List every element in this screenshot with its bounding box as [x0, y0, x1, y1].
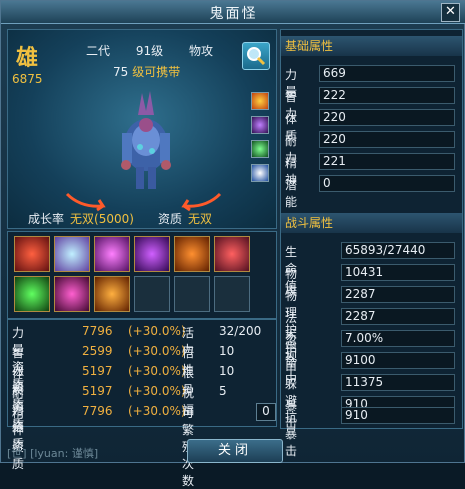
window-title: 鬼面怪 — [209, 6, 258, 22]
star-buff-icon[interactable] — [251, 164, 269, 182]
attr-value: 222 — [319, 87, 455, 104]
aptitude-label: 资质 — [158, 212, 183, 226]
pet-model[interactable] — [110, 85, 182, 195]
skill-slot-10[interactable] — [134, 276, 170, 312]
aptitude-row-bonus: (+30.0%) — [128, 384, 186, 398]
aptitude-row-bonus: (+30.0%) — [128, 344, 186, 358]
skill-slot-7[interactable] — [14, 276, 50, 312]
generation: 二代 — [86, 44, 111, 58]
aptitude-row-value2: 5 — [219, 384, 227, 398]
close-button[interactable]: 关闭 — [187, 439, 283, 463]
skill-grid — [7, 231, 277, 319]
skill-slot-12[interactable] — [214, 276, 250, 312]
skill-slot-4[interactable] — [134, 236, 170, 272]
aptitude-row-bonus: (+30.0%) — [128, 364, 186, 378]
attr-value: 2287 — [341, 286, 455, 303]
growth-rate: 成长率 无双(5000) — [28, 210, 134, 227]
carry-level: 75 级可携带 — [113, 63, 180, 80]
aptitude-row-value: 2599 — [82, 344, 113, 358]
carry-level-number: 75 — [113, 65, 129, 79]
breed-count-box: 0 — [256, 403, 276, 421]
aptitude-row-value2: 32/200 — [219, 324, 262, 338]
attr-value: 220 — [319, 109, 455, 126]
pet-score: 6875 — [12, 72, 43, 86]
window-footer: [世] [lyuan: 谨慎] 关闭 — [1, 431, 465, 464]
carry-level-text: 级可携带 — [132, 65, 181, 79]
aptitude: 资质 无双 — [158, 210, 212, 227]
attack-type: 物攻 — [188, 44, 213, 58]
aptitude-row-bonus: (+30.0%) — [128, 324, 186, 338]
attr-value: 0 — [319, 175, 455, 192]
gender-label: 雄 — [16, 45, 39, 71]
aptitude-row-value2: 10 — [219, 364, 235, 378]
left-arrow-icon — [65, 192, 106, 212]
magnifier-icon — [247, 47, 266, 66]
attr-value: 2287 — [341, 308, 455, 325]
swirl-buff-icon[interactable] — [251, 140, 269, 158]
level: 91级 — [135, 44, 164, 58]
search-button[interactable] — [242, 42, 270, 70]
aptitude-row-value: 7796 — [82, 404, 113, 418]
attr-value: 7.00% — [341, 330, 455, 347]
attr-value: 910 — [341, 407, 455, 424]
skill-slot-5[interactable] — [174, 236, 210, 272]
attr-value: 11375 — [341, 374, 455, 391]
fire-buff-icon[interactable] — [251, 92, 269, 110]
pet-info-window: 鬼面怪 ✕ 雄 6875 二代 91级 物攻 75 级可携带 成长率 无双(50… — [0, 0, 465, 488]
pet-meta: 二代 91级 物攻 — [86, 42, 235, 59]
skill-slot-1[interactable] — [14, 236, 50, 272]
attr-value: 669 — [319, 65, 455, 82]
aptitude-row-value: 5197 — [82, 384, 113, 398]
attr-value: 9100 — [341, 352, 455, 369]
attr-value: 221 — [319, 153, 455, 170]
aptitude-panel: 力量资质 7796 (+30.0%) 活力 32/200 智力资质 2599 (… — [7, 319, 277, 488]
lightning-buff-icon[interactable] — [251, 116, 269, 134]
skill-slot-8[interactable] — [54, 276, 90, 312]
attr-value: 10431 — [341, 264, 455, 281]
attr-label: 潜能 — [285, 178, 298, 209]
pet-preview-panel: 雄 6875 二代 91级 物攻 75 级可携带 成长率 无双(5000) 资质… — [7, 29, 277, 229]
aptitude-row-bonus: (+30.0%) — [128, 404, 186, 418]
skill-slot-3[interactable] — [94, 236, 130, 272]
title-bar[interactable]: 鬼面怪 ✕ — [1, 1, 465, 24]
growth-value: 无双(5000) — [70, 212, 134, 226]
aptitude-value: 无双 — [188, 212, 213, 226]
aptitude-row-value: 7796 — [82, 324, 113, 338]
basic-attributes-header: 基础属性 — [281, 36, 462, 56]
close-icon[interactable]: ✕ — [441, 3, 460, 22]
growth-label: 成长率 — [28, 212, 65, 226]
skill-slot-11[interactable] — [174, 276, 210, 312]
attributes-panel: 基础属性 力量 669 智力 222 体质 220 耐力 220 精神 221 潜能 0 战… — [280, 29, 463, 458]
aptitude-row-value: 5197 — [82, 364, 113, 378]
combat-attributes-header: 战斗属性 — [281, 213, 462, 233]
skill-slot-9[interactable] — [94, 276, 130, 312]
attr-value: 65893/27440 — [341, 242, 455, 259]
attr-value: 220 — [319, 131, 455, 148]
chat-snippet: [世] [lyuan: 谨慎] — [7, 447, 99, 460]
skill-slot-2[interactable] — [54, 236, 90, 272]
skill-slot-6[interactable] — [214, 236, 250, 272]
aptitude-row-value2: 10 — [219, 344, 235, 358]
right-arrow-icon — [181, 192, 222, 212]
